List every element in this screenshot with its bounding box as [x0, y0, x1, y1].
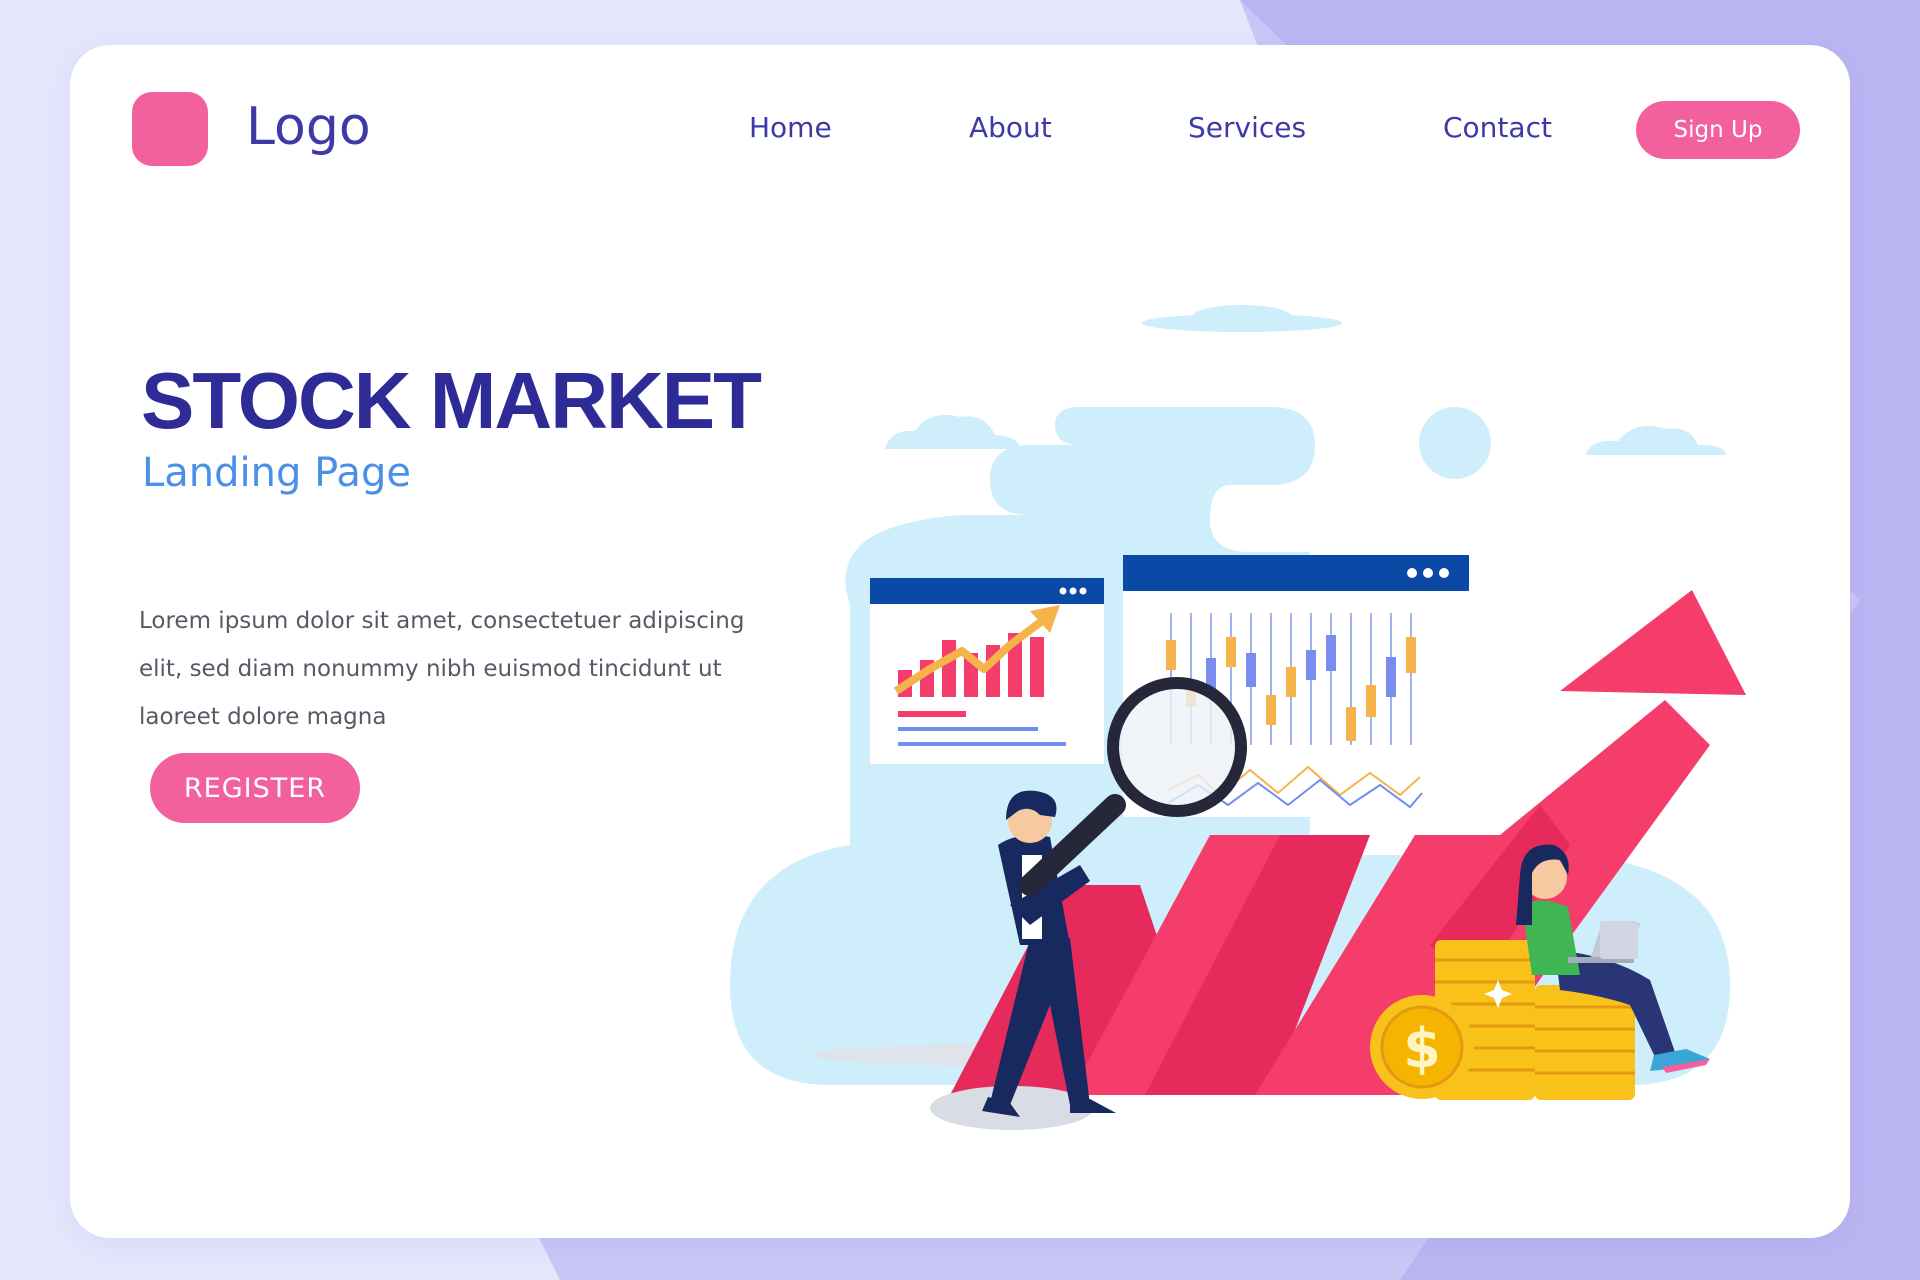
stock-market-illustration: $ [730, 305, 1746, 1130]
bar-chart-window [870, 578, 1104, 764]
coin-icon: $ [1370, 995, 1474, 1099]
laptop-icon [1600, 921, 1638, 959]
coin-symbol: $ [1403, 1017, 1441, 1080]
landing-card: Logo Home About Services Contact Sign Up… [70, 45, 1850, 1238]
